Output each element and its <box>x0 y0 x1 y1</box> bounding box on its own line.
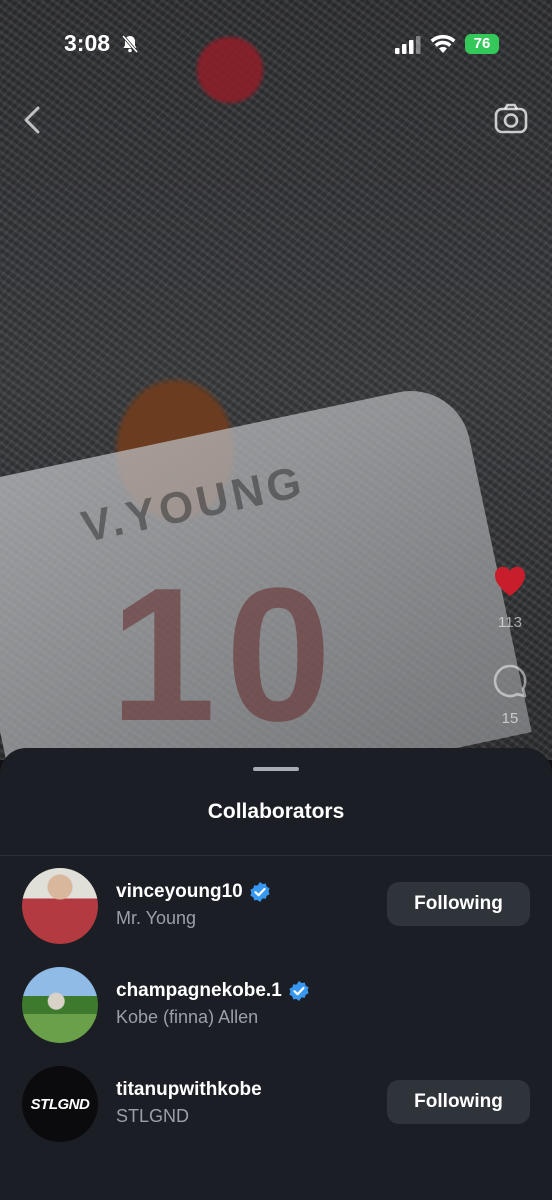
collaborator-row[interactable]: champagnekobe.1 Kobe (finna) Allen <box>0 967 552 1047</box>
username-text: champagnekobe.1 <box>116 980 282 1001</box>
verified-badge-icon <box>289 981 309 1001</box>
status-bar: 3:08 76 <box>0 0 552 90</box>
collaborators-sheet: Collaborators vinceyoung10 Mr. Young Fol… <box>0 748 552 1200</box>
avatar[interactable]: STLGND <box>22 1066 98 1142</box>
avatar[interactable] <box>22 868 98 944</box>
like-count: 113 <box>498 614 522 631</box>
heart-icon[interactable] <box>492 563 528 599</box>
following-button[interactable]: Following <box>387 882 530 926</box>
sheet-title: Collaborators <box>207 800 345 823</box>
verified-badge-icon <box>250 882 270 902</box>
cell-signal-icon <box>395 36 421 54</box>
username-text: vinceyoung10 <box>116 881 243 902</box>
collaborator-username[interactable]: champagnekobe.1 <box>116 980 310 1002</box>
divider <box>0 855 552 856</box>
collaborator-fullname: Kobe (finna) Allen <box>116 1007 259 1027</box>
camera-icon[interactable] <box>494 102 528 136</box>
sheet-drag-handle[interactable] <box>253 767 299 771</box>
collaborator-username[interactable]: titanupwithkobe <box>116 1079 262 1101</box>
collaborator-fullname: STLGND <box>116 1106 190 1126</box>
bell-muted-icon <box>121 35 139 53</box>
following-button[interactable]: Following <box>387 1080 530 1124</box>
status-time: 3:08 <box>64 30 111 56</box>
comment-icon[interactable] <box>492 663 528 699</box>
avatar[interactable] <box>22 967 98 1043</box>
collaborator-fullname: Mr. Young <box>116 908 197 928</box>
collaborator-username[interactable]: vinceyoung10 <box>116 881 271 903</box>
comment-count: 15 <box>501 710 519 727</box>
username-text: titanupwithkobe <box>116 1079 262 1100</box>
battery-indicator: 76 <box>465 34 499 54</box>
avatar-logo-text: STLGND <box>30 1095 90 1113</box>
jersey-number: 10 <box>110 549 342 761</box>
collaborator-row[interactable]: STLGND titanupwithkobe STLGND Following <box>0 1066 552 1146</box>
wifi-icon <box>430 34 456 53</box>
collaborator-row[interactable]: vinceyoung10 Mr. Young Following <box>0 868 552 948</box>
back-chevron-icon[interactable] <box>18 104 46 136</box>
